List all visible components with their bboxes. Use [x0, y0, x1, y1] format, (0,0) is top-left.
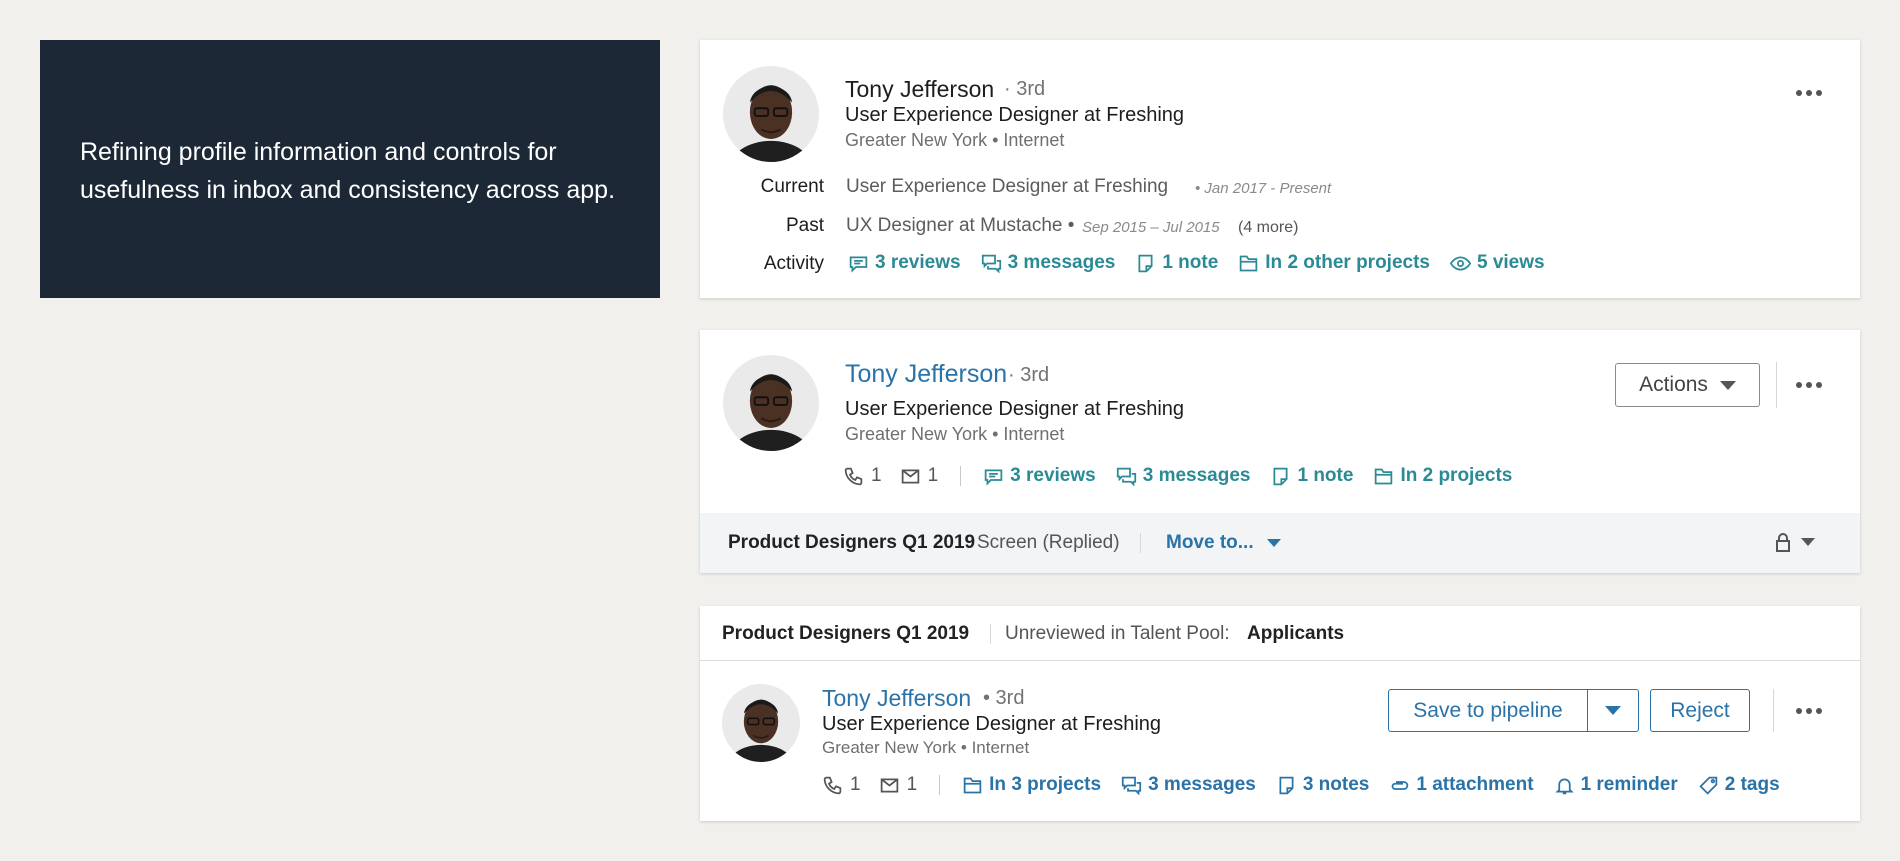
note-icon — [1273, 467, 1288, 485]
divider — [1776, 362, 1777, 408]
phone-count[interactable]: 1 — [843, 465, 882, 487]
divider — [1773, 689, 1774, 732]
profile-name-link[interactable]: Tony Jefferson — [845, 360, 1007, 389]
pipeline-footer: Product Designers Q1 2019 Screen (Replie… — [700, 513, 1860, 573]
folder-icon — [963, 777, 982, 793]
more-options-icon[interactable] — [1796, 708, 1822, 714]
profile-location: Greater New York • Internet — [845, 130, 1065, 150]
project-name[interactable]: Product Designers Q1 2019 — [722, 623, 969, 645]
activity-views-link[interactable]: 5 views — [1449, 252, 1545, 274]
attachment-icon — [1392, 780, 1409, 790]
mail-count[interactable]: 1 — [879, 774, 917, 796]
talent-pool-name[interactable]: Applicants — [1247, 623, 1344, 645]
review-icon — [849, 256, 868, 273]
folder-icon — [1240, 255, 1258, 271]
profile-card-talent-pool: Product Designers Q1 2019 Unreviewed in … — [700, 606, 1860, 821]
activity-projects-link[interactable]: In 2 projects — [1373, 465, 1512, 487]
actions-dropdown-button[interactable]: Actions — [1615, 363, 1760, 407]
profile-headline: User Experience Designer at Freshing — [845, 104, 1185, 126]
current-position: User Experience Designer at Freshing — [846, 176, 1169, 197]
caret-down-icon — [1719, 380, 1736, 390]
caret-down-icon — [1605, 706, 1621, 715]
privacy-dropdown[interactable] — [1775, 532, 1815, 552]
mail-icon — [901, 469, 919, 483]
intro-panel: Refining profile information and control… — [40, 40, 660, 298]
phone-count[interactable]: 1 — [822, 774, 861, 796]
activity-messages-link[interactable]: 3 messages — [981, 252, 1115, 274]
profile-card-inbox: Tony Jefferson · 3rd User Experience Des… — [700, 330, 1860, 573]
save-to-pipeline-button[interactable]: Save to pipeline — [1388, 689, 1588, 732]
activity-list: 3 reviews 3 messages 1 note In 2 other p… — [848, 252, 1565, 274]
divider — [960, 466, 962, 486]
tag-icon — [1699, 776, 1717, 795]
folder-icon — [1375, 468, 1393, 484]
connection-degree: • 3rd — [983, 687, 1025, 709]
activity-list: 1 1 In 3 projects 3 messages 3 notes 1 a… — [822, 774, 1780, 796]
reject-button[interactable]: Reject — [1650, 689, 1750, 732]
divider — [939, 775, 941, 795]
intro-text: Refining profile information and control… — [80, 138, 616, 204]
past-dates: Sep 2015 – Jul 2015 — [1082, 219, 1220, 236]
eye-icon — [1449, 255, 1471, 271]
profile-name[interactable]: Tony Jefferson — [845, 76, 994, 103]
activity-tags-link[interactable]: 2 tags — [1698, 774, 1780, 796]
connection-degree: · 3rd — [1004, 78, 1046, 100]
more-options-icon[interactable] — [1796, 90, 1822, 96]
activity-messages-link[interactable]: 3 messages — [1121, 774, 1256, 796]
phone-icon — [844, 467, 863, 485]
current-dates: • Jan 2017 - Present — [1195, 180, 1332, 197]
divider — [990, 624, 991, 644]
avatar[interactable] — [723, 66, 819, 162]
talent-pool-status: Unreviewed in Talent Pool: — [1005, 623, 1230, 644]
activity-notes-link[interactable]: 3 notes — [1276, 774, 1369, 796]
bell-icon — [1554, 778, 1574, 794]
pipeline-stage: Screen (Replied) — [977, 532, 1120, 553]
activity-note-link[interactable]: 1 note — [1135, 252, 1218, 274]
lock-icon — [1776, 533, 1790, 552]
profile-name-link[interactable]: Tony Jefferson — [822, 685, 971, 712]
messages-icon — [1121, 776, 1142, 795]
profile-location: Greater New York • Internet — [845, 424, 1065, 444]
more-positions-link[interactable]: (4 more) — [1238, 219, 1298, 237]
activity-messages-link[interactable]: 3 messages — [1116, 465, 1250, 487]
current-label: Current — [760, 176, 824, 197]
activity-reviews-link[interactable]: 3 reviews — [848, 252, 961, 274]
project-name[interactable]: Product Designers Q1 2019 — [728, 532, 975, 554]
activity-note-link[interactable]: 1 note — [1270, 465, 1353, 487]
move-to-dropdown[interactable]: Move to... — [1166, 532, 1281, 554]
more-options-icon[interactable] — [1796, 382, 1822, 388]
activity-list: 1 1 3 reviews 3 messages 1 note In 2 pro… — [843, 465, 1532, 487]
activity-label: Activity — [763, 253, 824, 274]
profile-headline: User Experience Designer at Freshing — [845, 398, 1185, 420]
save-options-dropdown[interactable] — [1587, 689, 1639, 732]
past-position: UX Designer at Mustache • — [846, 215, 1075, 236]
activity-reminder-link[interactable]: 1 reminder — [1554, 774, 1678, 796]
profile-card-detailed: Tony Jefferson · 3rd User Experience Des… — [700, 40, 1860, 298]
note-icon — [1138, 254, 1153, 272]
messages-icon — [981, 254, 1001, 273]
activity-projects-link[interactable]: In 2 other projects — [1238, 252, 1430, 274]
caret-down-icon — [1266, 538, 1281, 547]
past-label: Past — [785, 215, 824, 236]
mail-count[interactable]: 1 — [900, 465, 938, 487]
activity-reviews-link[interactable]: 3 reviews — [983, 465, 1096, 487]
review-icon — [984, 469, 1003, 486]
avatar[interactable] — [722, 684, 800, 762]
activity-attachment-link[interactable]: 1 attachment — [1389, 774, 1534, 796]
messages-icon — [1116, 467, 1136, 486]
caret-down-icon — [1801, 538, 1815, 546]
talent-pool-header: Product Designers Q1 2019 Unreviewed in … — [700, 606, 1860, 661]
activity-projects-link[interactable]: In 3 projects — [962, 774, 1101, 796]
profile-location: Greater New York • Internet — [822, 738, 1030, 757]
note-icon — [1279, 776, 1294, 794]
divider — [1140, 533, 1141, 553]
connection-degree: · 3rd — [1008, 364, 1050, 386]
phone-icon — [823, 776, 842, 794]
avatar[interactable] — [723, 355, 819, 451]
mail-icon — [880, 778, 898, 792]
profile-headline: User Experience Designer at Freshing — [822, 713, 1162, 735]
